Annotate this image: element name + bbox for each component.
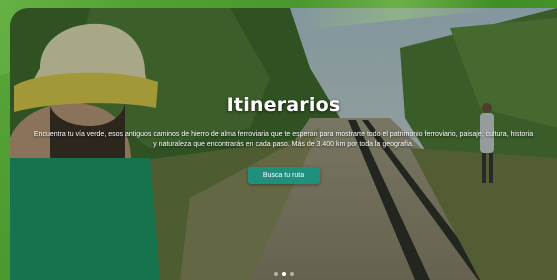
hero-banner: Itinerarios Encuentra tu vía verde, esos… xyxy=(10,8,557,280)
find-route-button[interactable]: Busca tu ruta xyxy=(247,167,320,184)
carousel-dot[interactable] xyxy=(273,272,278,276)
page-frame: Itinerarios Encuentra tu vía verde, esos… xyxy=(0,0,557,280)
carousel-dots xyxy=(10,272,557,276)
hero-title: Itinerarios xyxy=(226,94,341,116)
carousel-dot[interactable] xyxy=(281,272,286,276)
hero-content: Itinerarios Encuentra tu vía verde, esos… xyxy=(10,94,557,184)
carousel-dot[interactable] xyxy=(289,272,294,276)
hero-description: Encuentra tu vía verde, esos antiguos ca… xyxy=(33,131,534,148)
